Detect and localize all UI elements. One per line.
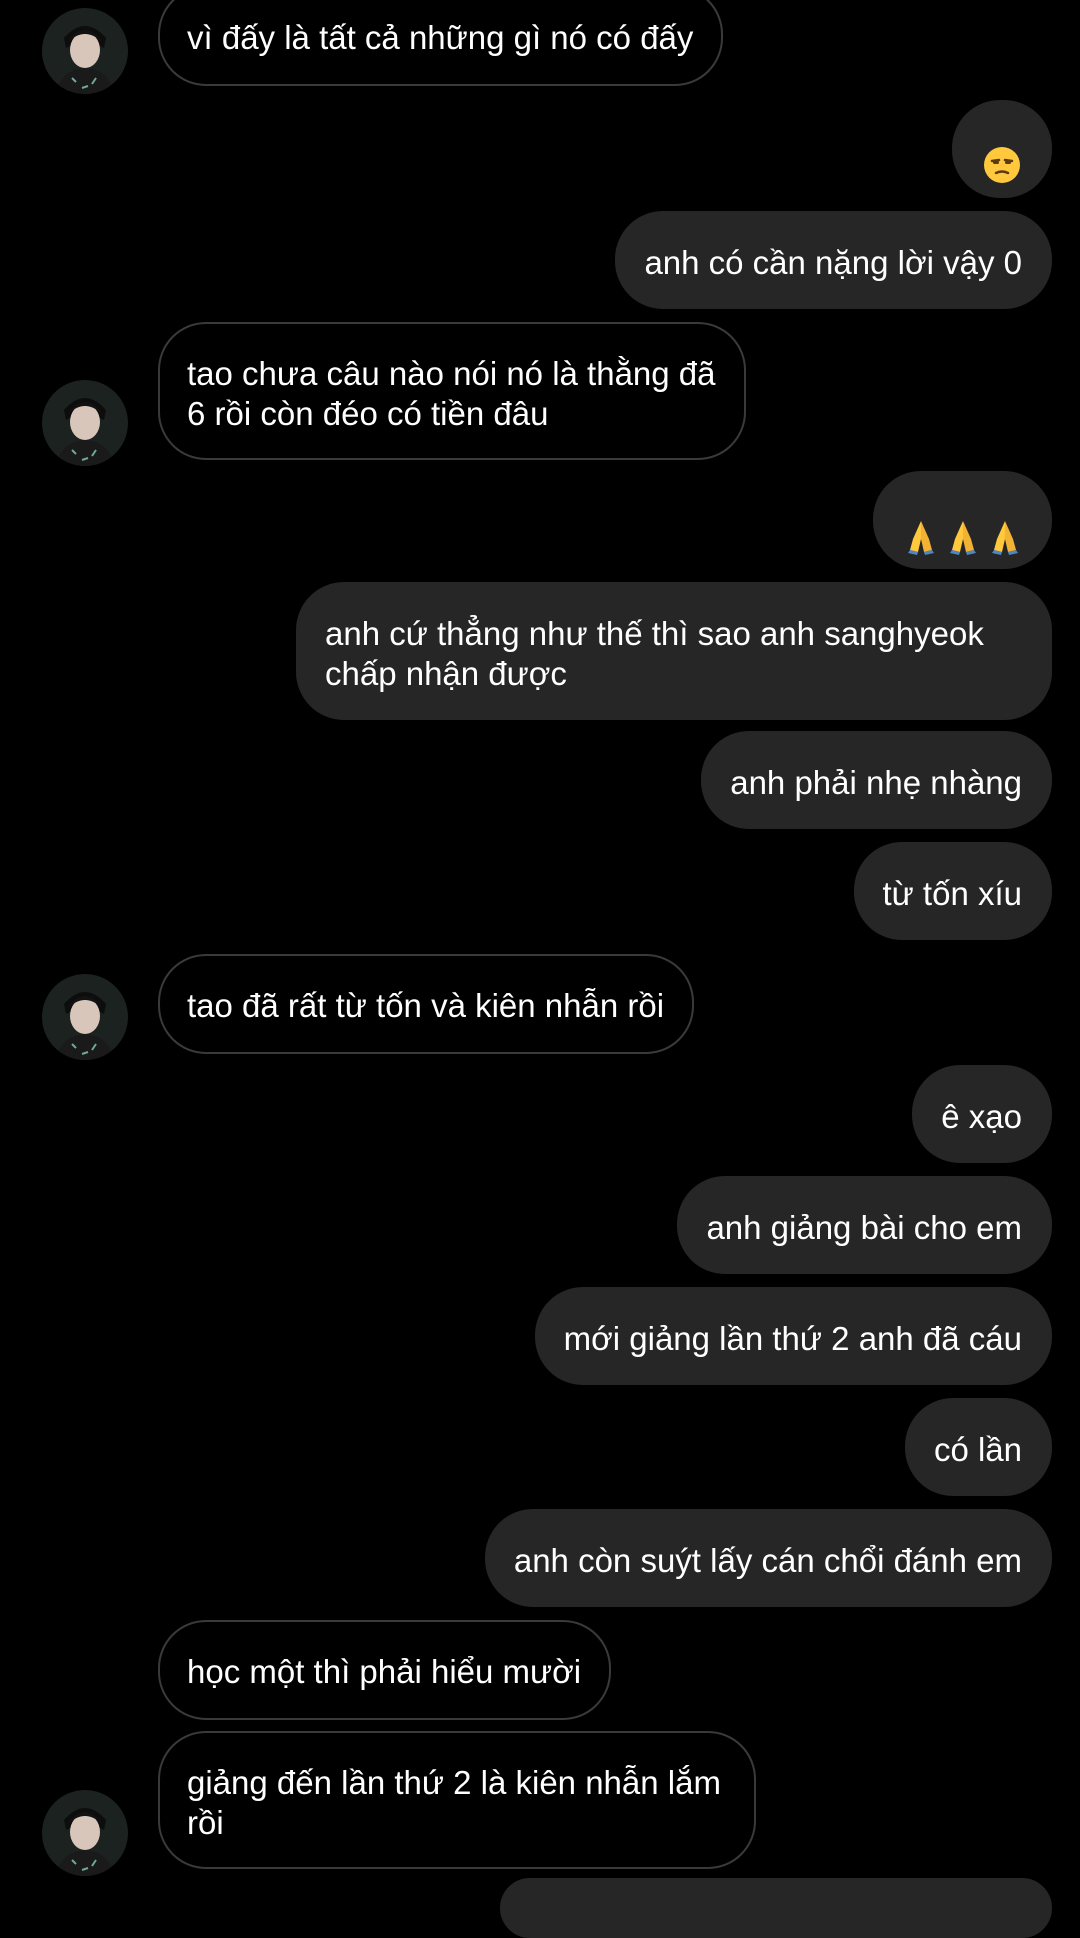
outgoing-message-bubble[interactable]: từ tốn xíu [853, 842, 1052, 940]
outgoing-message-bubble[interactable]: anh phải nhẹ nhàng [701, 731, 1052, 829]
outgoing-message-bubble[interactable]: anh cứ thẳng như thế thì sao anh sanghye… [296, 582, 1052, 720]
outgoing-emoji-bubble[interactable] [952, 100, 1052, 198]
incoming-message-bubble[interactable]: học một thì phải hiểu mười [158, 1620, 612, 1720]
contact-avatar[interactable] [42, 380, 128, 466]
incoming-message-bubble[interactable]: giảng đến lần thứ 2 là kiên nhẫn lắm rồi [158, 1731, 756, 1869]
outgoing-message-bubble-partial[interactable] [500, 1878, 1052, 1938]
contact-avatar[interactable] [42, 974, 128, 1060]
outgoing-message-bubble[interactable]: anh giảng bài cho em [677, 1176, 1052, 1274]
outgoing-message-bubble[interactable]: anh có cần nặng lời vậy 0 [615, 211, 1052, 309]
folded-hands-icon [944, 477, 982, 564]
outgoing-message-bubble[interactable]: có lần [904, 1398, 1052, 1496]
incoming-message-bubble[interactable]: vì đấy là tất cả những gì nó có đấy [158, 0, 724, 86]
outgoing-message-bubble[interactable]: mới giảng lần thứ 2 anh đã cáu [534, 1287, 1052, 1385]
contact-avatar[interactable] [42, 8, 128, 94]
unamused-face-icon [983, 106, 1021, 193]
incoming-message-bubble[interactable]: tao đã rất từ tốn và kiên nhẫn rồi [158, 954, 695, 1054]
folded-hands-icon [902, 477, 940, 564]
outgoing-emoji-bubble[interactable] [873, 471, 1052, 569]
incoming-message-bubble[interactable]: tao chưa câu nào nói nó là thằng đã 6 rồ… [158, 322, 746, 460]
outgoing-message-bubble[interactable]: anh còn suýt lấy cán chổi đánh em [484, 1509, 1052, 1607]
contact-avatar[interactable] [42, 1790, 128, 1876]
outgoing-message-bubble[interactable]: ê xạo [912, 1065, 1052, 1163]
folded-hands-icon [986, 477, 1024, 564]
